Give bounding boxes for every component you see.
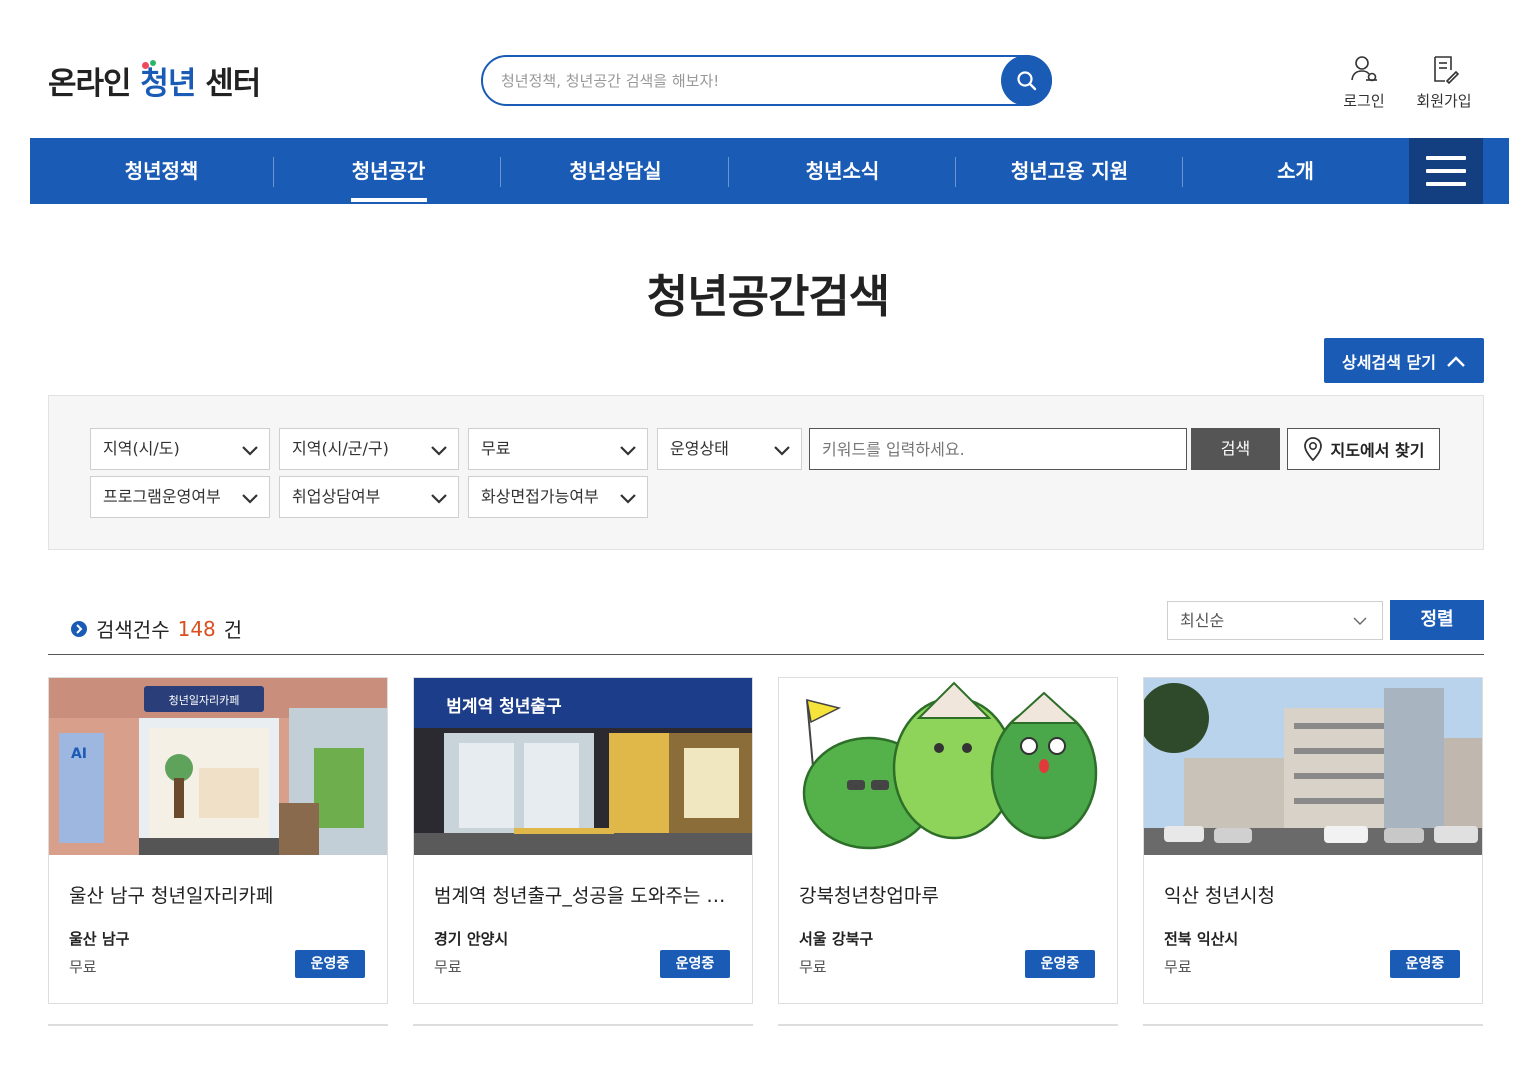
signup-label: 회원가입 [1416,92,1472,110]
keyword-field [809,428,1187,470]
sort-select[interactable]: 최신순 [1167,601,1383,640]
sort-select-value: 최신순 [1180,611,1225,630]
svg-text:AI: AI [71,746,87,762]
map-pin-icon [1303,437,1322,462]
nav-item-counseling[interactable]: 청년상담실 [502,138,729,204]
chevron-down-icon [620,494,636,504]
circle-arrow-icon [71,620,87,637]
space-card[interactable]: 범계역 청년출구 범계역 청년출구_성공을 도와주는 청년공간 경기 안양시 무… [413,677,753,1004]
space-card-next-row [1143,1024,1483,1026]
result-count-unit: 건 [223,618,243,642]
detail-search-toggle-label: 상세검색 닫기 [1342,352,1436,372]
space-card-title: 울산 남구 청년일자리카페 [69,885,274,907]
program-value: 프로그램운영여부 [103,487,221,506]
video-interview-value: 화상면접가능여부 [481,487,599,506]
filter-panel: 지역(시/도) 지역(시/군/구) 무료 운영상태 검색 지도에서 찾기 프로그… [48,395,1484,550]
chevron-down-icon [431,494,447,504]
global-search [481,55,1052,106]
nav-item-employment[interactable]: 청년고용 지원 [956,138,1183,204]
space-card-fee: 무료 [434,958,462,976]
status-badge: 운영중 [1025,950,1095,978]
logo-accent: 청년 [140,60,196,102]
space-card-region: 서울 강북구 [799,930,874,948]
space-card-title: 익산 청년시청 [1164,885,1275,907]
hamburger-menu-button[interactable] [1409,138,1483,204]
sort-button[interactable]: 정렬 [1390,600,1484,640]
login-label: 로그인 [1343,92,1385,110]
chevron-down-icon [1353,617,1367,625]
space-card-region: 전북 익산시 [1164,930,1239,948]
card1-sign-text: 청년일자리카페 [169,693,240,707]
space-card[interactable]: 청년일자리카페 AI 울산 남구 청년일자리카페 울산 남구 무료 운영중 [48,677,388,1004]
nav-item-space[interactable]: 청년공간 [275,138,502,204]
space-card-fee: 무료 [799,958,827,976]
space-card-region: 경기 안양시 [434,930,509,948]
status-badge: 운영중 [295,950,365,978]
program-select[interactable]: 프로그램운영여부 [90,476,270,518]
space-card[interactable]: 익산 청년시청 전북 익산시 무료 운영중 [1143,677,1483,1004]
map-search-button[interactable]: 지도에서 찾기 [1287,428,1440,470]
login-link[interactable]: 로그인 [1332,54,1396,111]
search-button[interactable] [1001,55,1052,106]
region-sigungu-value: 지역(시/군/구) [292,439,389,458]
logo-text-2: 센터 [205,66,261,102]
keyword-search-button[interactable]: 검색 [1191,428,1280,470]
nav-item-about[interactable]: 소개 [1182,138,1409,204]
user-icon [1351,56,1377,82]
region-sigungu-select[interactable]: 지역(시/군/구) [279,428,459,470]
space-thumbnail: 청년일자리카페 AI [49,678,387,855]
fee-value: 무료 [481,439,511,458]
space-card-next-row [778,1024,1118,1026]
region-sido-select[interactable]: 지역(시/도) [90,428,270,470]
space-thumbnail [779,678,1117,855]
result-divider [48,654,1484,655]
main-nav: 청년정책 청년공간 청년상담실 청년소식 청년고용 지원 소개 [30,138,1509,204]
video-interview-select[interactable]: 화상면접가능여부 [468,476,648,518]
space-thumbnail [1144,678,1482,855]
counseling-value: 취업상담여부 [292,487,381,506]
space-card-next-row [413,1024,753,1026]
chevron-up-icon [1447,355,1465,367]
space-card-region: 울산 남구 [69,930,130,948]
status-badge: 운영중 [660,950,730,978]
nav-item-policy[interactable]: 청년정책 [48,138,275,204]
space-thumbnail: 범계역 청년출구 [414,678,752,855]
space-card-fee: 무료 [69,958,97,976]
signup-link[interactable]: 회원가입 [1412,54,1476,111]
keyword-input[interactable] [810,429,1186,469]
search-icon [1016,70,1036,90]
status-select[interactable]: 운영상태 [657,428,802,470]
map-search-label: 지도에서 찾기 [1330,441,1425,460]
space-card-next-row [48,1024,388,1026]
nav-item-news[interactable]: 청년소식 [729,138,956,204]
chevron-down-icon [242,446,258,456]
chevron-down-icon [431,446,447,456]
detail-search-toggle-button[interactable]: 상세검색 닫기 [1324,338,1484,383]
card2-sign-text: 범계역 청년출구 [446,696,562,717]
space-card[interactable]: 강북청년창업마루 서울 강북구 무료 운영중 [778,677,1118,1004]
chevron-down-icon [620,446,636,456]
space-card-title: 범계역 청년출구_성공을 도와주는 청년공간 [434,885,734,907]
global-search-input[interactable] [501,69,991,93]
chevron-down-icon [242,494,258,504]
result-count: 검색건수 148 건 [70,614,242,643]
document-edit-icon [1434,56,1459,84]
site-logo[interactable]: 온라인 청년 센터 [48,58,261,103]
chevron-down-icon [774,446,790,456]
result-count-number: 148 [177,616,216,641]
space-card-title: 강북청년창업마루 [799,885,939,907]
status-value: 운영상태 [670,439,729,458]
space-card-fee: 무료 [1164,958,1192,976]
logo-text-1: 온라인 [48,66,132,102]
fee-select[interactable]: 무료 [468,428,648,470]
region-sido-value: 지역(시/도) [103,439,180,458]
counseling-select[interactable]: 취업상담여부 [279,476,459,518]
hamburger-icon [1426,156,1466,160]
page-title: 청년공간검색 [646,270,890,323]
result-count-label: 검색건수 [96,618,170,642]
status-badge: 운영중 [1390,950,1460,978]
